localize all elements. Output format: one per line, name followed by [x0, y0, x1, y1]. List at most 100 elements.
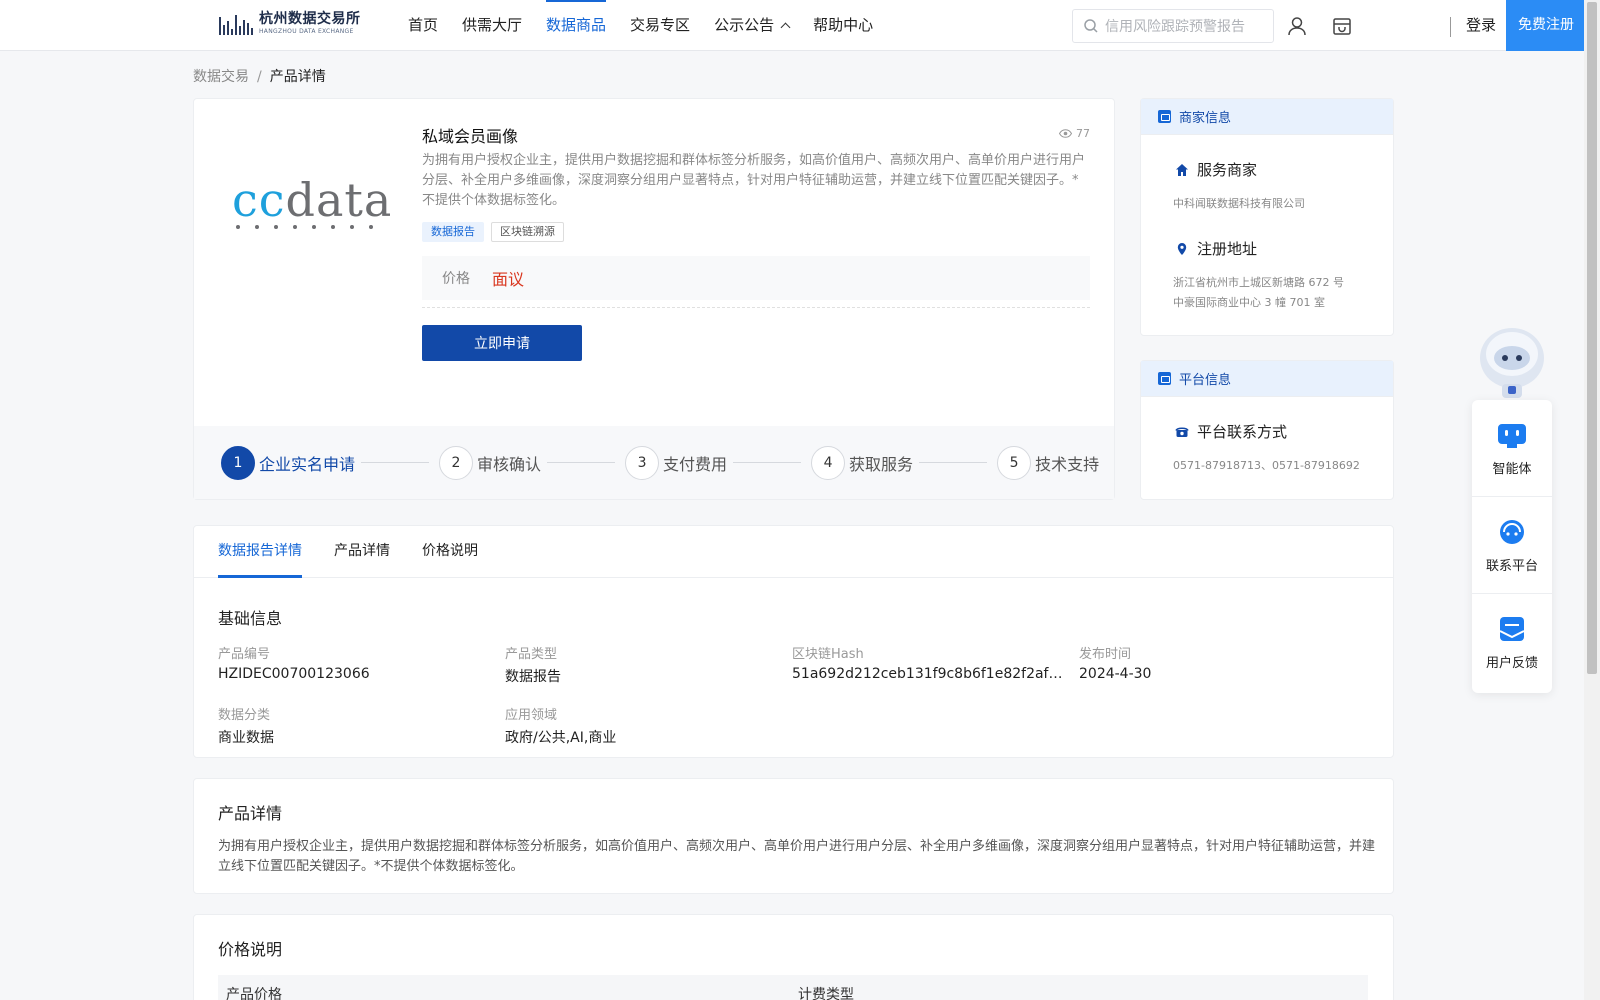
merchant-info-title: 商家信息: [1179, 111, 1232, 126]
step-number: 1: [221, 445, 255, 480]
registered-address-heading: 注册地址: [1141, 238, 1393, 259]
breadcrumb-root[interactable]: 数据交易: [193, 69, 249, 85]
address-line-2: 中豪国际商业中心 3 幢 701 室: [1173, 296, 1325, 309]
platform-contact-value: 0571-87918713、0571-87918692: [1173, 459, 1360, 472]
agent-button[interactable]: 智能体: [1472, 400, 1552, 497]
nav-trading-zone[interactable]: 交易专区: [618, 0, 702, 51]
nav-supply-demand[interactable]: 供需大厅: [450, 0, 534, 51]
step-4: 4 获取服务: [811, 445, 914, 480]
step-2: 2 审核确认: [439, 445, 541, 480]
service-merchant-name: 中科闻联数据科技有限公司: [1173, 197, 1305, 210]
tab-product-details[interactable]: 产品详情: [334, 526, 390, 577]
nav-home[interactable]: 首页: [396, 0, 450, 51]
product-title: 私域会员画像: [422, 127, 519, 146]
details-tabs-card: 数据报告详情 产品详情 价格说明 基础信息 产品编号 HZIDEC00700123…: [193, 525, 1394, 758]
platform-info-header: 平台信息: [1141, 361, 1393, 397]
field-value: 政府/公共,AI,商业: [505, 730, 617, 746]
home-icon: [1176, 163, 1188, 176]
apply-now-button[interactable]: 立即申请: [422, 325, 582, 361]
step-label: 技术支持: [1035, 454, 1100, 474]
field-label: 产品类型: [505, 647, 558, 662]
product-detail-text: 为拥有用户授权企业主，提供用户数据挖掘和群体标签分析服务，如高价值用户、高频次用…: [218, 839, 1376, 874]
breadcrumb-current: 产品详情: [269, 69, 326, 85]
login-link[interactable]: 登录: [1466, 0, 1496, 51]
robot-mascot-icon[interactable]: [1472, 324, 1552, 400]
field-product-type: 产品类型 数据报告: [505, 643, 792, 686]
logo-text-data: data: [285, 173, 393, 227]
view-count-value: 77: [1076, 127, 1090, 140]
user-feedback-button[interactable]: 用户反馈: [1472, 594, 1552, 691]
step-1: 1 企业实名申请: [221, 445, 356, 480]
user-icon[interactable]: [1286, 15, 1308, 37]
logo-bars-icon: [219, 13, 253, 35]
step-label: 企业实名申请: [259, 454, 356, 474]
agent-label: 智能体: [1492, 461, 1532, 477]
site-logo[interactable]: 杭州数据交易所 HANGZHOU DATA EXCHANGE: [219, 12, 361, 35]
user-feedback-label: 用户反馈: [1485, 656, 1538, 671]
step-label: 支付费用: [663, 454, 728, 474]
field-label: 发布时间: [1079, 647, 1132, 662]
search-input[interactable]: [1105, 18, 1265, 34]
product-detail-title: 产品详情: [218, 804, 283, 823]
step-connector: [547, 462, 616, 463]
register-button[interactable]: 免费注册: [1506, 0, 1586, 51]
product-description: 为拥有用户授权企业主，提供用户数据挖掘和群体标签分析服务，如高价值用户、高频次用…: [422, 153, 1086, 208]
card-header-icon: [1158, 110, 1171, 123]
chevron-up-icon: [780, 22, 791, 33]
pricing-card: 价格说明 产品价格 计费类型: [193, 914, 1394, 1000]
field-value: 51a692d212ceb131f9c8b6f1e82f2af5c97c...: [792, 666, 1067, 682]
nav-announcements[interactable]: 公示公告: [702, 0, 801, 51]
product-logo: ccdata: [232, 177, 392, 229]
breadcrumb: 数据交易 / 产品详情: [193, 66, 326, 86]
product-detail-card: 产品详情 为拥有用户授权企业主，提供用户数据挖掘和群体标签分析服务，如高价值用户…: [193, 778, 1394, 894]
registered-address-label: 注册地址: [1197, 240, 1258, 258]
step-label: 获取服务: [849, 454, 914, 474]
tab-price-description[interactable]: 价格说明: [422, 526, 478, 577]
merchant-info-card: 商家信息 服务商家 中科闻联数据科技有限公司 注册地址 浙江省杭州市上城区新塘路…: [1140, 98, 1394, 336]
field-value: 数据报告: [505, 669, 561, 685]
contact-platform-button[interactable]: 联系平台: [1472, 497, 1552, 594]
card-header-icon: [1158, 372, 1171, 385]
process-steps: 1 企业实名申请 2 审核确认 3 支付费用 4 获取服务 5 技术支持: [194, 426, 1114, 499]
nav-announcements-label: 公示公告: [714, 16, 775, 34]
location-icon: [1177, 242, 1187, 255]
floating-service-panel: 智能体 联系平台 用户反馈: [1472, 400, 1552, 693]
nav-data-products[interactable]: 数据商品: [534, 0, 618, 51]
step-number: 4: [811, 445, 846, 480]
step-connector: [919, 462, 988, 463]
contact-platform-label: 联系平台: [1485, 558, 1538, 574]
pricing-title: 价格说明: [218, 940, 283, 959]
eye-icon: [1059, 129, 1072, 138]
view-count: 77: [1059, 127, 1090, 140]
column-header-billing-type: 计费类型: [798, 987, 854, 1000]
column-header-price: 产品价格: [226, 987, 282, 1000]
price-value: 面议: [492, 270, 525, 289]
registered-address-value: 浙江省杭州市上城区新塘路 672 号 中豪国际商业中心 3 幢 701 室: [1141, 273, 1393, 313]
field-label: 应用领域: [505, 708, 558, 723]
logo-subtitle: HANGZHOU DATA EXCHANGE: [259, 28, 354, 35]
platform-info-title: 平台信息: [1179, 373, 1232, 388]
tab-data-report-details[interactable]: 数据报告详情: [218, 526, 302, 578]
logo-title: 杭州数据交易所: [259, 11, 361, 27]
platform-contact-label: 平台联系方式: [1197, 423, 1288, 441]
step-3: 3 支付费用: [625, 445, 728, 480]
field-label: 产品编号: [218, 647, 271, 662]
search-box[interactable]: [1072, 9, 1274, 43]
field-blockchain-hash: 区块链Hash 51a692d212ceb131f9c8b6f1e82f2af5c…: [792, 643, 1079, 686]
basic-info-grid: 产品编号 HZIDEC00700123066 产品类型 数据报告 区块链Hash 51…: [218, 643, 1378, 747]
step-number: 2: [439, 445, 474, 480]
platform-contact-heading: 平台联系方式: [1141, 421, 1393, 442]
basic-info-title: 基础信息: [218, 609, 283, 628]
logo-dots: [232, 225, 392, 229]
step-connector: [733, 462, 802, 463]
page-scrollbar[interactable]: [1584, 0, 1600, 1000]
cart-icon[interactable]: [1331, 15, 1353, 37]
merchant-info-header: 商家信息: [1141, 99, 1393, 135]
step-5: 5 技术支持: [997, 445, 1100, 480]
step-connector: [361, 462, 430, 463]
field-publish-date: 发布时间 2024-4-30: [1079, 643, 1366, 686]
breadcrumb-separator: /: [257, 69, 262, 85]
scrollbar-thumb[interactable]: [1587, 2, 1597, 674]
top-navigation: 杭州数据交易所 HANGZHOU DATA EXCHANGE 首页 供需大厅 数…: [0, 0, 1586, 51]
nav-help-center[interactable]: 帮助中心: [801, 0, 885, 51]
